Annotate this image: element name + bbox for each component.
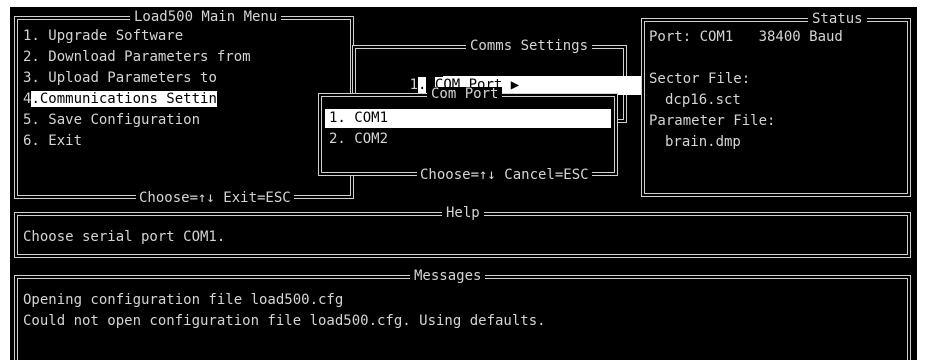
com-port-panel: Com Port 1. COM1 2. COM2 Choose=↑↓ Cance… — [318, 87, 618, 182]
menu-item-save-configuration[interactable]: 5. Save Configuration — [23, 111, 200, 130]
status-parameter-label: Parameter File: — [649, 113, 776, 129]
main-menu-title: Load500 Main Menu — [130, 10, 282, 24]
messages-title: Messages — [410, 269, 486, 283]
com-port-title: Com Port — [427, 87, 503, 101]
comms-settings-title: Comms Settings — [466, 39, 593, 53]
terminal-screen: Load500 Main Menu 1. Upgrade Software 2.… — [10, 7, 917, 360]
menu-item-upload-parameters[interactable]: 3. Upload Parameters to — [23, 69, 217, 88]
main-menu-footer: Choose=↑↓ Exit=ESC — [136, 191, 294, 205]
message-line: Could not open configuration file load50… — [23, 313, 546, 329]
com-port-footer: Choose=↑↓ Cancel=ESC — [417, 168, 592, 182]
messages-panel: Messages Opening configuration file load… — [14, 269, 911, 360]
status-sector-label: Sector File: — [649, 71, 751, 87]
message-line: Opening configuration file load500.cfg — [23, 292, 344, 308]
main-menu-panel: Load500 Main Menu 1. Upgrade Software 2.… — [14, 10, 354, 205]
com-port-item-com1[interactable]: 1. COM1 — [325, 109, 611, 128]
menu-item-upgrade-software[interactable]: 1. Upgrade Software — [23, 27, 183, 46]
comms-item-com-port[interactable]: 1. COM Port ▶ — [359, 57, 653, 95]
status-port: Port: COM1 38400 Baud — [649, 29, 843, 45]
help-panel: Help Choose serial port COM1. — [14, 206, 911, 258]
help-title: Help — [442, 206, 484, 220]
com-port-item-com2[interactable]: 2. COM2 — [329, 130, 388, 149]
status-panel: Status Port: COM1 38400 Baud Sector File… — [641, 12, 911, 197]
status-sector-value: dcp16.sct — [665, 92, 741, 108]
help-text: Choose serial port COM1. — [23, 229, 226, 245]
menu-item-communications-settings[interactable]: 4.Communications Settin — [23, 90, 217, 109]
selection-cursor: . — [31, 91, 40, 107]
status-title: Status — [808, 12, 867, 26]
menu-item-exit[interactable]: 6. Exit — [23, 132, 82, 151]
menu-item-download-parameters[interactable]: 2. Download Parameters from — [23, 48, 251, 67]
status-parameter-value: brain.dmp — [665, 134, 741, 150]
